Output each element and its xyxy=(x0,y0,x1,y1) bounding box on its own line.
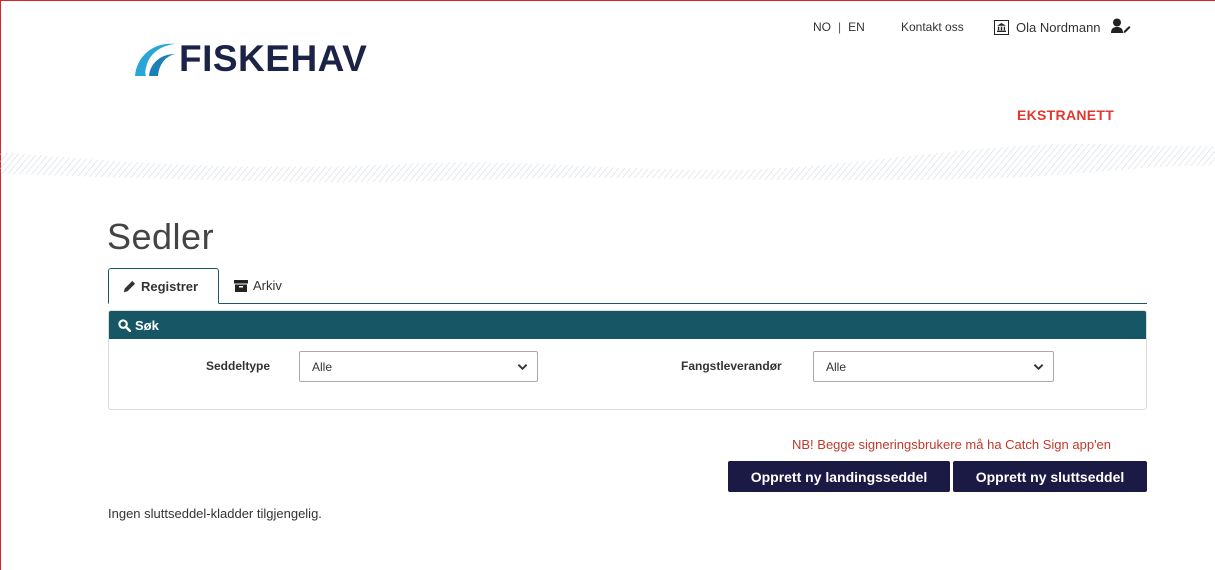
search-panel-header[interactable]: Søk xyxy=(109,311,1146,339)
pencil-icon xyxy=(123,280,136,293)
page-title: Sedler xyxy=(107,216,215,257)
seddeltype-select[interactable]: Alle xyxy=(299,351,538,382)
contact-link[interactable]: Kontakt oss xyxy=(901,20,964,34)
signing-notice: NB! Begge signeringsbrukere må ha Catch … xyxy=(792,437,1112,452)
create-landing-note-button[interactable]: Opprett ny landingsseddel xyxy=(728,461,950,492)
fangstleverandor-select[interactable]: Alle xyxy=(813,351,1054,382)
lang-separator: | xyxy=(838,20,842,34)
fiskehav-logo[interactable]: FISKEHAV xyxy=(133,38,367,78)
archive-icon xyxy=(234,279,248,292)
tab-bar: Registrer Arkiv xyxy=(108,268,1147,304)
ekstranett-label: EKSTRANETT xyxy=(1017,107,1115,123)
decorative-hatch-band xyxy=(0,144,1215,183)
user-menu[interactable]: Ola Nordmann xyxy=(994,18,1131,37)
user-name: Ola Nordmann xyxy=(1016,20,1101,35)
tab-label: Arkiv xyxy=(253,278,282,293)
language-switcher: NO | EN xyxy=(813,20,865,34)
search-panel-title: Søk xyxy=(135,317,159,333)
tab-label: Registrer xyxy=(141,278,199,294)
fangstleverandor-label: Fangstleverandør xyxy=(681,359,782,373)
lang-no-link[interactable]: NO xyxy=(813,20,831,34)
wave-logo-icon xyxy=(135,43,175,76)
search-icon xyxy=(118,318,131,332)
logo-text: FISKEHAV xyxy=(179,37,368,79)
seddeltype-label: Seddeltype xyxy=(206,359,271,373)
chevron-down-icon xyxy=(1033,361,1044,375)
seddeltype-value: Alle xyxy=(312,359,333,374)
lang-en-link[interactable]: EN xyxy=(848,20,865,34)
user-edit-icon[interactable] xyxy=(1110,18,1131,37)
organization-icon xyxy=(994,20,1009,35)
empty-state-message: Ingen sluttseddel-kladder tilgjengelig. xyxy=(108,506,322,521)
tab-registrer[interactable]: Registrer xyxy=(108,268,219,304)
create-final-note-button[interactable]: Opprett ny sluttseddel xyxy=(953,461,1147,492)
tab-arkiv[interactable]: Arkiv xyxy=(234,268,282,303)
chevron-down-icon xyxy=(517,361,528,375)
fangstleverandor-value: Alle xyxy=(826,359,847,374)
